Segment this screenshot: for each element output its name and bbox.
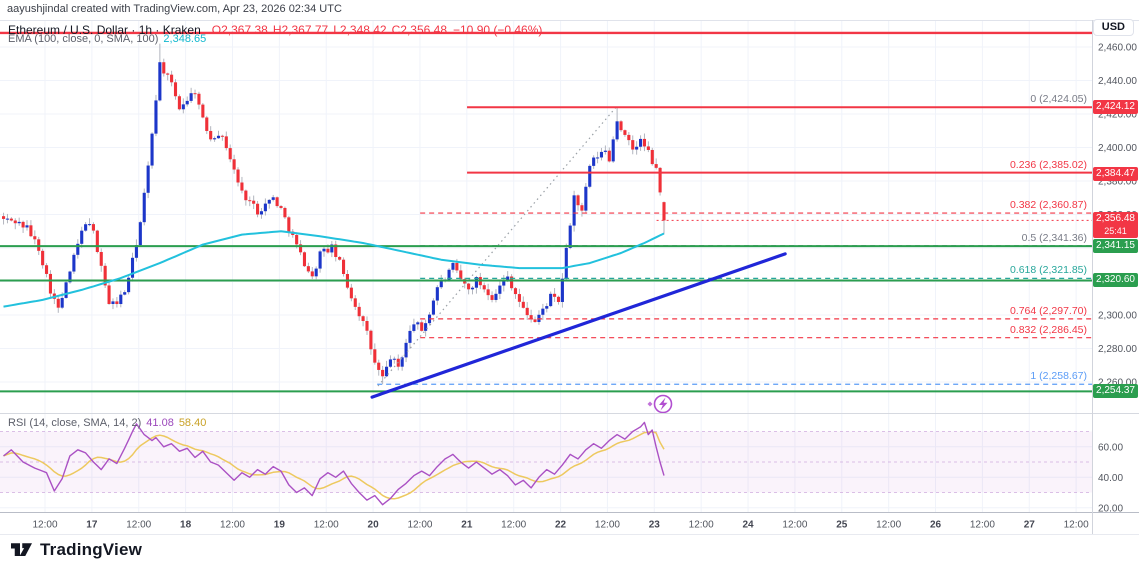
price-tick-label: 2,440.00: [1098, 76, 1137, 87]
fib-level-label: 0 (2,424.05): [1030, 93, 1087, 105]
ema-legend-value: 2,348.65: [163, 33, 206, 45]
bar-countdown: 25:41: [1093, 226, 1138, 238]
time-tick-label: 12:00: [32, 520, 57, 531]
fib-level-label: 0.5 (2,341.36): [1022, 232, 1087, 244]
price-tag: 2,320.60: [1093, 273, 1138, 287]
price-tick-label: 2,460.00: [1098, 43, 1137, 54]
fib-level-label: 0.764 (2,297.70): [1010, 305, 1087, 317]
rsi-tick-label: 60.00: [1098, 442, 1123, 453]
time-tick-label: 12:00: [407, 520, 432, 531]
price-tick-label: 2,280.00: [1098, 344, 1137, 355]
time-tick-label: 20: [368, 520, 380, 531]
time-tick-label: 12:00: [689, 520, 714, 531]
time-tick-label: 12:00: [782, 520, 807, 531]
ema-legend[interactable]: EMA (100, close, 0, SMA, 100) 2,348.65: [8, 33, 206, 45]
fib-level-label: 0.832 (2,286.45): [1010, 324, 1087, 336]
ohlc-open-label: O: [212, 23, 221, 37]
price-tag: 2,341.15: [1093, 239, 1138, 253]
time-tick-label: 26: [930, 520, 942, 531]
ohlc-high-value: 2,367.77: [281, 23, 328, 37]
tradingview-logo-icon: [10, 541, 33, 559]
tradingview-logo[interactable]: TradingView: [10, 540, 142, 560]
time-tick-label: 24: [742, 520, 754, 531]
ohlc-low-value: 2,348.42: [340, 23, 387, 37]
time-tick-label: 25: [836, 520, 848, 531]
time-tick-label: 12:00: [126, 520, 151, 531]
change-value: −10.90 (−0.46%): [453, 23, 542, 37]
ohlc-open-value: 2,367.38: [221, 23, 268, 37]
time-tick-label: 12:00: [970, 520, 995, 531]
time-tick-label: 12:00: [220, 520, 245, 531]
price-tick-label: 2,400.00: [1098, 143, 1137, 154]
time-tick-label: 27: [1024, 520, 1036, 531]
ohlc-low-label: L: [333, 23, 340, 37]
rsi-tick-label: 20.00: [1098, 503, 1123, 514]
ohlc-values: O2,367.38H2,367.77L2,348.42C2,356.48: [207, 23, 447, 37]
fib-level-label: 0.382 (2,360.87): [1010, 199, 1087, 211]
rsi-legend-value: 41.08: [146, 417, 174, 429]
fib-level-label: 1 (2,258.67): [1030, 370, 1087, 382]
price-tick-label: 2,300.00: [1098, 311, 1137, 322]
chart-canvas[interactable]: 2,460.002,440.002,420.002,400.002,380.00…: [0, 0, 1139, 535]
time-tick-label: 12:00: [595, 520, 620, 531]
tradingview-logo-text: TradingView: [40, 540, 142, 560]
rsi-legend-signal: 58.40: [179, 417, 207, 429]
rsi-tick-label: 40.00: [1098, 473, 1123, 484]
time-tick-label: 12:00: [314, 520, 339, 531]
rsi-legend[interactable]: RSI (14, close, SMA, 14, 2) 41.08 58.40: [8, 417, 206, 429]
price-tag: 2,424.12: [1093, 100, 1138, 114]
time-tick-label: 12:00: [1064, 520, 1089, 531]
watermark-text: aayushjindal created with TradingView.co…: [7, 3, 342, 15]
fib-level-label: 0.236 (2,385.02): [1010, 159, 1087, 171]
price-tag: 2,384.47: [1093, 167, 1138, 181]
time-tick-label: 17: [86, 520, 98, 531]
time-tick-label: 12:00: [876, 520, 901, 531]
tradingview-chart-page: { "watermark": "aayushjindal created wit…: [0, 0, 1139, 569]
time-tick-label: 12:00: [501, 520, 526, 531]
time-tick-label: 22: [555, 520, 567, 531]
price-tag: 2,356.4825:41: [1093, 212, 1138, 238]
ohlc-close-label: C: [392, 23, 401, 37]
price-tag: 2,254.37: [1093, 384, 1138, 398]
time-tick-label: 19: [274, 520, 286, 531]
time-tick-label: 18: [180, 520, 192, 531]
fib-level-label: 0.618 (2,321.85): [1010, 264, 1087, 276]
rsi-legend-name: RSI (14, close, SMA, 14, 2): [8, 417, 141, 429]
time-tick-label: 23: [649, 520, 661, 531]
currency-button[interactable]: USD: [1093, 19, 1134, 36]
time-axis[interactable]: 12:00 17 12:00 18 12:00 19 12:00 20 12:00 21 12:00…: [32, 520, 1089, 531]
ohlc-close-value: 2,356.48: [400, 23, 447, 37]
time-tick-label: 21: [461, 520, 473, 531]
ema-legend-name: EMA (100, close, 0, SMA, 100): [8, 33, 158, 45]
